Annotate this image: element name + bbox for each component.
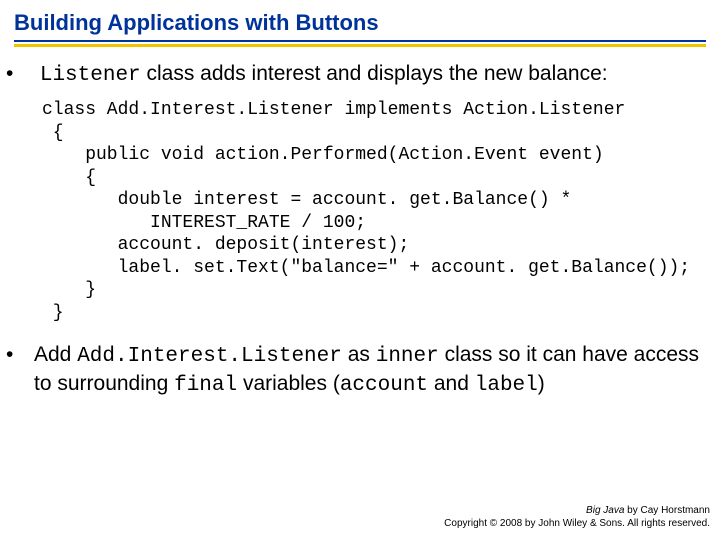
bullet-2: •Add Add.Interest.Listener as inner clas… (20, 342, 706, 399)
bullet-2-text-6: ) (538, 372, 545, 395)
footer: Big Java by Cay Horstmann Copyright © 20… (444, 504, 710, 530)
bullet-2-code-3: final (174, 374, 237, 397)
bullet-2-code-1: Add.Interest.Listener (77, 345, 342, 368)
bullet-2-text-1: Add (34, 343, 77, 366)
rule-yellow (14, 44, 706, 47)
footer-copyright: Copyright © 2008 by John Wiley & Sons. A… (444, 517, 710, 530)
bullet-2-text-2: as (342, 343, 376, 366)
rule-blue (14, 40, 706, 42)
footer-book: Big Java (586, 505, 624, 516)
bullet-2-code-4: account (340, 374, 428, 397)
bullet-dot-icon: • (20, 61, 34, 87)
code-block: class Add.Interest.Listener implements A… (42, 99, 706, 324)
footer-author: by Cay Horstmann (624, 505, 710, 516)
bullet-1-text: class adds interest and displays the new… (141, 62, 608, 85)
footer-line-1: Big Java by Cay Horstmann (444, 504, 710, 517)
bullet-dot-icon: • (20, 342, 34, 368)
bullet-2-text-4: variables ( (237, 372, 340, 395)
slide-title: Building Applications with Buttons (14, 10, 706, 36)
bullet-2-code-2: inner (376, 345, 439, 368)
slide: Building Applications with Buttons • Lis… (0, 0, 720, 540)
bullet-1: • Listener class adds interest and displ… (20, 61, 706, 89)
bullet-1-code: Listener (40, 64, 141, 87)
bullet-2-code-5: label (475, 374, 538, 397)
bullet-2-text-5: and (428, 372, 475, 395)
